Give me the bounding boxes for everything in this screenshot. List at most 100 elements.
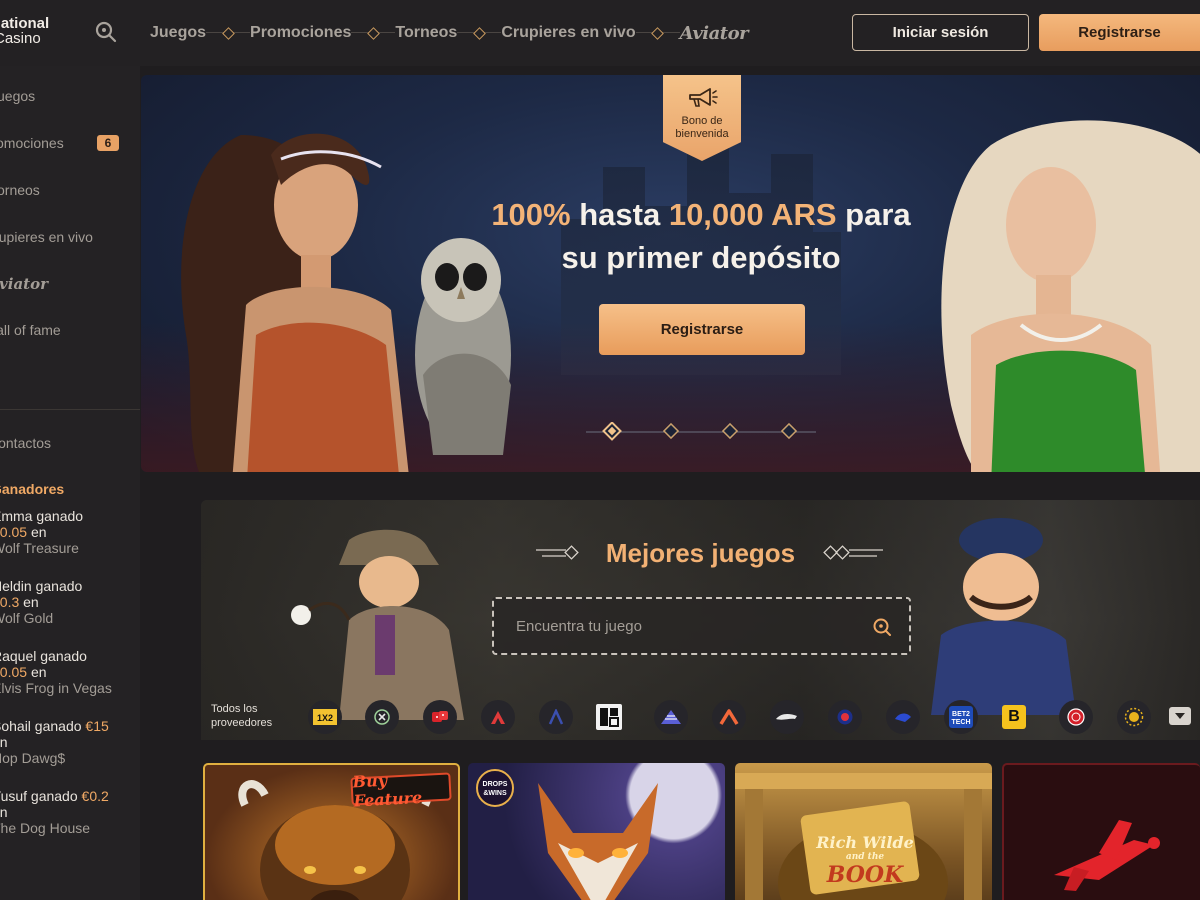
sidebar-item-aviator[interactable]: Aviator xyxy=(0,275,48,293)
promo-count-badge: 6 xyxy=(97,135,119,151)
providers-label-line2: proveedores xyxy=(211,717,273,729)
sidebar-item-hall-of-fame[interactable]: Hall of fame xyxy=(0,322,61,338)
drops-wins-badge: DROPS &WINS xyxy=(476,769,514,807)
sidebar-item-promociones[interactable]: Promociones xyxy=(0,135,64,151)
winner-game[interactable]: Wolf Treasure xyxy=(0,540,132,556)
hero-headline-end: para xyxy=(836,197,911,232)
winner-entry: Sohail ganado €15 en Hop Dawg$ xyxy=(0,718,132,766)
winner-game[interactable]: The Dog House xyxy=(0,820,132,836)
sidebar-item-juegos[interactable]: Juegos xyxy=(0,88,35,104)
provider-circle-x-icon[interactable] xyxy=(365,700,399,734)
carousel-dot xyxy=(780,422,798,440)
nav-separator xyxy=(351,23,396,43)
game-tile[interactable] xyxy=(1002,763,1200,900)
nav-aviator[interactable]: Aviator xyxy=(680,23,749,44)
top-games-section: Mejores juegos Todos los proveedores 1X2 xyxy=(201,500,1200,740)
winner-entry: Yusuf ganado €0.2 en The Dog House xyxy=(0,788,132,836)
provider-sun-icon[interactable] xyxy=(1117,700,1151,734)
game-search-box[interactable] xyxy=(492,597,911,655)
winner-name: Emma ganado xyxy=(0,508,84,524)
betsoft-text: BET2 xyxy=(952,711,970,718)
provider-pyramid-icon[interactable] xyxy=(654,700,688,734)
wolf-illustration xyxy=(538,783,658,900)
rich-wilde-title-2: and the xyxy=(845,852,885,862)
sidebar-item-contactos[interactable]: Contactos xyxy=(0,435,51,451)
carousel-dot xyxy=(721,422,739,440)
hero-headline-percent: 100% xyxy=(491,197,571,232)
providers-expand-button[interactable] xyxy=(1169,707,1191,725)
winner-amount: €0.05 xyxy=(0,664,28,680)
nav-separator xyxy=(635,23,680,43)
game-search-input[interactable] xyxy=(516,613,836,639)
provider-b-letter: B xyxy=(1008,708,1020,725)
game-tile[interactable]: Buy Feature xyxy=(203,763,460,900)
drops-badge-line1: DROPS xyxy=(482,781,508,788)
hero-headline-line2: su primer depósito xyxy=(561,240,841,275)
game-tile[interactable]: DROPS &WINS xyxy=(468,763,725,900)
winner-amount: €0.3 xyxy=(0,594,20,610)
chevron-down-icon xyxy=(1175,713,1185,719)
winner-amount: €0.05 xyxy=(0,524,28,540)
carousel-dot-active xyxy=(602,422,622,441)
blonde-woman-illustration xyxy=(941,120,1200,472)
game-tile[interactable]: Rich Wilde and the BOOK xyxy=(735,763,992,900)
provider-orange-a-icon[interactable] xyxy=(712,700,746,734)
provider-1x2-icon[interactable]: 1X2 xyxy=(308,700,342,734)
winners-title: Ganadores xyxy=(0,481,65,497)
nav-crupieres[interactable]: Crupieres en vivo xyxy=(501,24,635,42)
title-ornament-right xyxy=(823,545,883,560)
rich-wilde-title-3: BOOK xyxy=(826,862,904,888)
provider-square-grid-icon[interactable] xyxy=(596,704,622,730)
rich-wilde-title: Rich Wilde and the BOOK xyxy=(785,833,945,888)
winner-amount: €0.2 xyxy=(81,788,109,804)
all-providers-link[interactable]: Todos los proveedores xyxy=(211,702,272,730)
winner-entry: Emma ganado €0.05 en Wolf Treasure xyxy=(0,508,132,556)
nav-separator xyxy=(457,23,502,43)
provider-betsoft-icon[interactable]: BET2 TECH xyxy=(944,700,978,734)
provider-dice-icon[interactable] xyxy=(423,700,457,734)
provider-red-a-icon[interactable] xyxy=(481,700,515,734)
winner-game[interactable]: Wolf Gold xyxy=(0,610,132,626)
bonus-badge-line2: bienvenida xyxy=(675,128,729,140)
rich-wilde-title-1: Rich Wilde xyxy=(816,833,914,852)
brand-line2: Casino xyxy=(0,30,41,47)
carousel-dot xyxy=(662,422,680,440)
buy-feature-tag: Buy Feature xyxy=(350,771,452,810)
winner-entry: Heldin ganado €0.3 en Wolf Gold xyxy=(0,578,132,626)
hero-headline: 100% hasta 10,000 ARS para su primer dep… xyxy=(436,193,966,279)
sidebar-item-crupieres[interactable]: Crupieres en vivo xyxy=(0,229,93,245)
login-button[interactable]: Iniciar sesión xyxy=(852,14,1029,51)
winner-suffix: en xyxy=(30,664,47,680)
winner-suffix: en xyxy=(30,524,47,540)
brand-logo[interactable]: National Casino xyxy=(0,16,70,50)
drops-badge-line2: &WINS xyxy=(483,790,507,797)
nav-juegos[interactable]: Juegos xyxy=(150,24,206,42)
top-games-title: Mejores juegos xyxy=(605,538,796,568)
provider-panther-icon[interactable] xyxy=(770,700,804,734)
sidebar-item-torneos[interactable]: Torneos xyxy=(0,182,40,198)
sidebar-divider xyxy=(0,409,140,410)
provider-blue-bird-icon[interactable] xyxy=(886,700,920,734)
provider-blue-gem-icon[interactable] xyxy=(828,700,862,734)
nav-torneos[interactable]: Torneos xyxy=(395,24,457,42)
search-icon[interactable] xyxy=(94,20,118,44)
winner-name: Raquel ganado xyxy=(0,648,87,664)
provider-b-icon[interactable]: B xyxy=(1002,705,1026,729)
hero-register-button[interactable]: Registrarse xyxy=(599,304,805,355)
main-nav: Juegos Promociones Torneos Crupieres en … xyxy=(150,0,749,66)
hero-banner[interactable]: Bono de bienvenida 100% hasta 10,000 ARS… xyxy=(141,75,1200,472)
nav-promociones[interactable]: Promociones xyxy=(250,24,351,42)
search-icon[interactable] xyxy=(872,617,892,637)
provider-red-coin-icon[interactable] xyxy=(1059,700,1093,734)
register-button[interactable]: Registrarse xyxy=(1039,14,1200,51)
aviator-plane-illustration xyxy=(1054,820,1160,891)
winner-suffix: en xyxy=(23,594,39,610)
welcome-bonus-badge: Bono de bienvenida xyxy=(663,75,741,161)
carousel-pagination[interactable] xyxy=(586,422,816,442)
top-header: National Casino Juegos Promociones Torne… xyxy=(0,0,1200,66)
winner-game[interactable]: Elvis Frog in Vegas xyxy=(0,680,132,696)
provider-blue-a-icon[interactable] xyxy=(539,700,573,734)
winner-suffix: en xyxy=(0,804,8,820)
winner-game[interactable]: Hop Dawg$ xyxy=(0,750,132,766)
sidebar: Juegos Promociones 6 Torneos Crupieres e… xyxy=(0,66,140,900)
